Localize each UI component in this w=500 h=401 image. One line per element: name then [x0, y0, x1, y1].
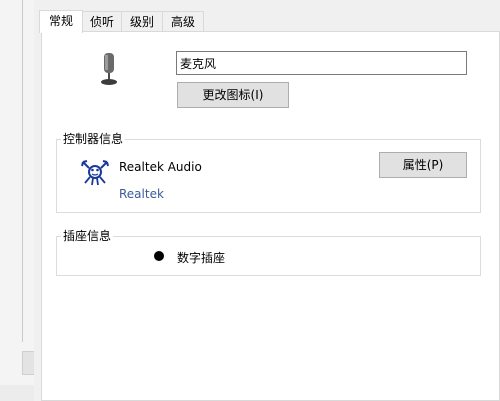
controller-info-group: 控制器信息 Realtek Audio Realtek 属性(P) [56, 132, 481, 213]
jack-dot-icon [154, 251, 164, 261]
microphone-properties-dialog: 常规 侦听 级别 高级 更改图标(I) 控制器信息 Realtek Aud [34, 0, 500, 401]
controller-info-title: 控制器信息 [61, 132, 126, 146]
jack-label: 数字插座 [177, 251, 226, 265]
background-window [0, 0, 36, 385]
jack-info-title: 插座信息 [61, 229, 114, 243]
background-window-edge [22, 0, 23, 342]
tab-levels[interactable]: 级别 [121, 11, 163, 31]
tab-strip: 常规 侦听 级别 高级 [34, 10, 500, 33]
change-icon-button[interactable]: 更改图标(I) [177, 82, 289, 108]
controller-vendor: Realtek [119, 187, 164, 201]
tab-general[interactable]: 常规 [39, 10, 83, 33]
general-tab-panel: 更改图标(I) 控制器信息 Realtek Audio Realtek 属性(P… [41, 31, 500, 401]
properties-button[interactable]: 属性(P) [379, 152, 467, 178]
controller-name: Realtek Audio [119, 160, 202, 174]
device-name-field[interactable] [176, 51, 467, 75]
tab-advanced[interactable]: 高级 [162, 11, 204, 31]
microphone-icon [101, 53, 117, 85]
jack-info-group: 插座信息 数字插座 [56, 229, 481, 276]
realtek-crab-icon [81, 160, 109, 186]
tab-listen[interactable]: 侦听 [82, 11, 122, 31]
